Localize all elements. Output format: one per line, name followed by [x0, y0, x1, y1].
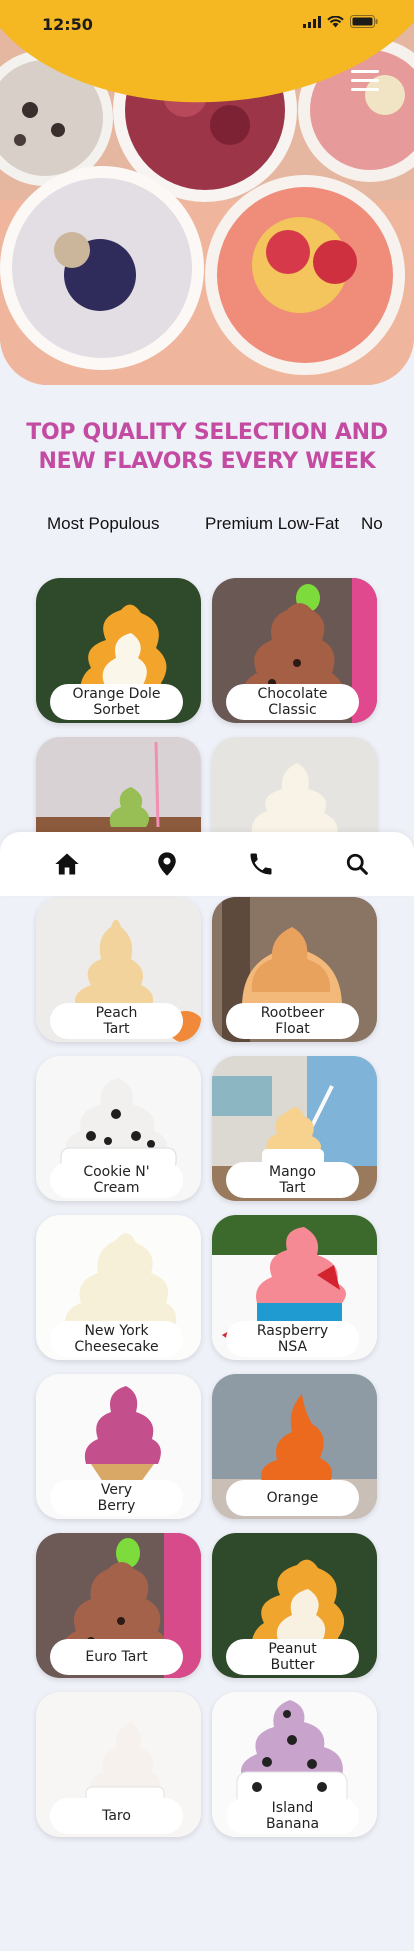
nav-home[interactable] — [53, 850, 81, 878]
flavor-name-line-2: Banana — [265, 1816, 320, 1832]
category-tabs: Most Populous Premium Low-Fat No — [0, 514, 414, 540]
flavor-name-line-1: Raspberry — [256, 1323, 329, 1339]
flavor-tile-peach-tart[interactable]: Peach Tart — [36, 897, 201, 1042]
location-pin-icon — [158, 852, 176, 876]
flavor-name-line-2: Classic — [268, 702, 317, 718]
flavor-label: Mango Tart — [226, 1162, 359, 1198]
flavor-label: Chocolate Classic — [226, 684, 359, 720]
flavor-tile-chocolate-classic[interactable]: Chocolate Classic — [212, 578, 377, 723]
flavor-label: Island Banana — [226, 1798, 359, 1834]
tab-most-populous[interactable]: Most Populous — [47, 514, 159, 534]
signal-icon — [303, 15, 321, 28]
vanilla-image — [212, 737, 377, 833]
flavor-tile-orange-dole-sorbet[interactable]: Orange Dole Sorbet — [36, 578, 201, 723]
flavor-name-line-1: Cookie N' — [83, 1164, 150, 1180]
flavor-name-line-2: Cheesecake — [74, 1339, 159, 1355]
flavor-name-line-2: Cream — [93, 1180, 140, 1196]
flavor-label: Taro — [50, 1798, 183, 1834]
flavor-name-line-1: Orange — [266, 1490, 319, 1506]
hero-banner: 12:50 — [0, 0, 414, 385]
flavor-name-line-1: Euro Tart — [85, 1649, 148, 1665]
flavor-name-line-2: Berry — [97, 1498, 136, 1514]
flavor-name-line-2: Sorbet — [93, 702, 140, 718]
flavor-tile-rootbeer-float[interactable]: Rootbeer Float — [212, 897, 377, 1042]
page-headline: TOP QUALITY SELECTION AND NEW FLAVORS EV… — [0, 418, 414, 476]
flavor-name-line-1: New York — [84, 1323, 149, 1339]
flavor-name-line-1: Peanut — [268, 1641, 317, 1657]
flavor-name-line-2: Float — [275, 1021, 310, 1037]
phone-icon — [250, 853, 272, 875]
flavor-tile-taro[interactable]: Taro — [36, 1692, 201, 1837]
flavor-tile-euro-tart[interactable]: Euro Tart — [36, 1533, 201, 1678]
flavor-name-line-2: NSA — [277, 1339, 308, 1355]
flavor-tile-new-york-cheesecake[interactable]: New York Cheesecake — [36, 1215, 201, 1360]
nav-location[interactable] — [153, 850, 181, 878]
flavor-name-line-2: Butter — [270, 1657, 315, 1673]
home-icon — [55, 853, 79, 875]
flavor-label: Cookie N' Cream — [50, 1162, 183, 1198]
flavor-name-line-2: Tart — [279, 1180, 306, 1196]
matcha-image — [36, 737, 201, 833]
flavor-label: Rootbeer Float — [226, 1003, 359, 1039]
status-time: 12:50 — [42, 15, 93, 34]
flavor-label: Peach Tart — [50, 1003, 183, 1039]
flavor-name-line-1: Mango — [269, 1164, 316, 1180]
flavor-label: Orange Dole Sorbet — [50, 684, 183, 720]
status-icons — [303, 15, 378, 28]
flavor-label: New York Cheesecake — [50, 1321, 183, 1357]
flavor-name-line-1: Taro — [102, 1808, 131, 1824]
flavor-name-line-1: Chocolate — [257, 686, 328, 702]
flavor-label: Peanut Butter — [226, 1639, 359, 1675]
flavor-label: Raspberry NSA — [226, 1321, 359, 1357]
flavor-name-line-1: Orange Dole — [72, 686, 161, 702]
bottom-nav — [0, 832, 414, 896]
flavor-tile-raspberry-nsa[interactable]: Raspberry NSA — [212, 1215, 377, 1360]
flavor-label: Euro Tart — [50, 1639, 183, 1675]
headline-line-1: TOP QUALITY SELECTION AND — [26, 420, 388, 445]
tab-premium-low-fat[interactable]: Premium Low-Fat — [205, 514, 339, 534]
flavor-name-line-1: Very — [100, 1482, 133, 1498]
search-icon — [346, 853, 368, 875]
flavor-tile-island-banana[interactable]: Island Banana — [212, 1692, 377, 1837]
battery-icon — [350, 15, 378, 28]
flavor-tile-peanut-butter[interactable]: Peanut Butter — [212, 1533, 377, 1678]
flavor-tile-cookie-n-cream[interactable]: Cookie N' Cream — [36, 1056, 201, 1201]
nav-search[interactable] — [343, 850, 371, 878]
flavor-tile-mango-tart[interactable]: Mango Tart — [212, 1056, 377, 1201]
flavor-tile-orange[interactable]: Orange — [212, 1374, 377, 1519]
flavor-name-line-1: Peach — [95, 1005, 138, 1021]
tab-no[interactable]: No — [361, 514, 383, 534]
flavor-tile-very-berry[interactable]: Very Berry — [36, 1374, 201, 1519]
flavor-name-line-1: Island — [271, 1800, 314, 1816]
flavor-name-line-1: Rootbeer — [260, 1005, 325, 1021]
headline-line-2: NEW FLAVORS EVERY WEEK — [38, 449, 376, 474]
flavor-tile-matcha[interactable] — [36, 737, 201, 833]
hamburger-menu-icon[interactable] — [351, 70, 379, 94]
nav-call[interactable] — [247, 850, 275, 878]
flavor-label: Orange — [226, 1480, 359, 1516]
wifi-icon — [327, 15, 344, 27]
flavor-label: Very Berry — [50, 1480, 183, 1516]
flavor-name-line-2: Tart — [103, 1021, 130, 1037]
flavor-tile-vanilla[interactable] — [212, 737, 377, 833]
